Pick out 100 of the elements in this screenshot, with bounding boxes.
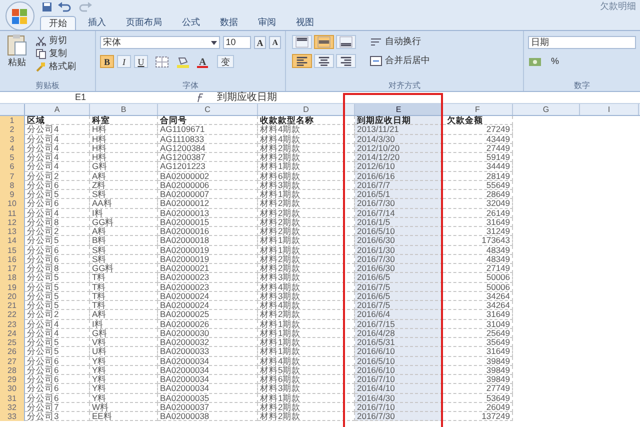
save-icon[interactable] [42, 2, 52, 12]
table-cell: 59149 [443, 153, 513, 162]
phonetic-button[interactable]: 变 [217, 55, 234, 68]
row-header[interactable]: 22 [0, 310, 25, 320]
table-cell: H料 [90, 144, 158, 153]
font-style-button[interactable]: I [117, 55, 131, 68]
borders-icon[interactable] [155, 56, 169, 68]
table-cell: 合同号 [158, 116, 258, 126]
undo-icon[interactable] [58, 2, 72, 12]
table-cell: 分公司3 [25, 412, 90, 422]
row-header[interactable]: 2 [0, 125, 25, 134]
clipboard-command[interactable]: 格式刷 [36, 61, 76, 73]
row-header[interactable]: 17 [0, 264, 25, 274]
table-cell: 2016/7/10 [355, 375, 443, 384]
column-header[interactable]: E [355, 104, 443, 115]
row-header[interactable]: 26 [0, 347, 25, 356]
row-header[interactable]: 10 [0, 199, 25, 208]
font-color-button[interactable]: A [197, 55, 208, 68]
column-header[interactable]: G [513, 104, 580, 115]
ribbon-tab[interactable]: 插入 [80, 16, 114, 30]
vertical-align-button[interactable] [336, 35, 356, 49]
table-cell: 32049 [443, 199, 513, 208]
table-cell: 分公司6 [25, 254, 90, 264]
table-cell: AG1200387 [158, 153, 258, 162]
group-label: 对齐方式 [388, 80, 422, 91]
table-cell: 31649 [443, 347, 513, 356]
table-cell: 分公司4 [25, 162, 90, 172]
table-cell: 分公司6 [25, 394, 90, 403]
vertical-align-button[interactable] [292, 35, 312, 49]
ribbon-tab[interactable]: 开始 [40, 16, 76, 30]
row-header[interactable]: 1 [0, 116, 25, 126]
row-header[interactable]: 5 [0, 153, 25, 162]
formula-field[interactable]: 到期应收日期 [217, 90, 277, 105]
row-header[interactable]: 30 [0, 384, 25, 394]
percent-button[interactable]: % [548, 55, 562, 68]
table-cell: H料 [90, 134, 158, 144]
shrink-font-button[interactable]: A [269, 36, 281, 49]
row-header[interactable]: 13 [0, 227, 25, 236]
caret-icon[interactable] [210, 40, 217, 44]
table-cell: 分公司4 [25, 125, 90, 134]
row-header[interactable]: 6 [0, 162, 25, 172]
wrap-text-button[interactable]: 自动换行 [370, 35, 430, 49]
row-header[interactable]: 29 [0, 375, 25, 384]
table-cell: BA02000019 [158, 254, 258, 264]
table-cell: BA02000035 [158, 394, 258, 403]
fill-color-icon[interactable] [176, 56, 190, 68]
horizontal-align-button[interactable] [292, 54, 312, 68]
column-header[interactable]: I [580, 104, 639, 115]
table-cell: 55649 [443, 180, 513, 190]
table-cell: V料 [90, 338, 158, 348]
table-cell: 26149 [443, 208, 513, 218]
ribbon-tab[interactable]: 审阅 [250, 16, 284, 30]
paste-button[interactable]: 粘贴 [2, 34, 32, 80]
ribbon-tab[interactable]: 数据 [212, 16, 246, 30]
table-cell: 2016/6/30 [355, 236, 443, 246]
clipboard-command[interactable]: 剪切 [36, 35, 76, 47]
font-style-button[interactable]: B [100, 55, 114, 68]
ribbon-tab[interactable]: 公式 [174, 16, 208, 30]
table-cell: BA02000034 [158, 375, 258, 384]
table-cell: BA02000006 [158, 180, 258, 190]
horizontal-align-button[interactable] [314, 54, 334, 68]
grow-font-button[interactable]: A [254, 36, 266, 49]
table-cell: S料 [90, 254, 158, 264]
font-style-button[interactable]: U [134, 55, 148, 68]
row-header[interactable]: 25 [0, 338, 25, 348]
table-cell: 分公司5 [25, 301, 90, 310]
row-header[interactable]: 14 [0, 236, 25, 246]
name-box[interactable]: E1 [0, 92, 130, 103]
clipboard-command[interactable]: 复制 [36, 48, 76, 60]
ribbon-tab[interactable]: 视图 [288, 16, 322, 30]
column-header[interactable]: C [158, 104, 258, 115]
table-cell: 分公司6 [25, 384, 90, 394]
row-header[interactable]: 9 [0, 190, 25, 200]
font-size-field[interactable]: 10 [222, 36, 251, 49]
table-cell: 2016/7/5 [355, 301, 443, 310]
table-cell: BA02000015 [158, 218, 258, 227]
column-header[interactable]: B [90, 104, 158, 115]
horizontal-align-button[interactable] [336, 54, 356, 68]
table-cell: 分公司5 [25, 236, 90, 246]
row-header[interactable]: 33 [0, 412, 25, 422]
table-cell: 2016/5/31 [355, 338, 443, 348]
table-cell: BA02000034 [158, 366, 258, 375]
font-name-field[interactable]: 宋体 [100, 36, 220, 49]
table-cell: H料 [90, 153, 158, 162]
column-header[interactable]: A [25, 104, 90, 115]
merge-center-button[interactable]: 合并后居中 [370, 54, 430, 68]
table-cell: 39849 [443, 366, 513, 375]
number-format-field[interactable]: 日期 [528, 36, 636, 49]
vertical-align-button[interactable] [314, 35, 334, 49]
table-cell: BA02000024 [158, 301, 258, 310]
group-label: 数字 [573, 80, 591, 91]
ribbon-tab[interactable]: 页面布局 [118, 16, 170, 30]
table-cell: H料 [90, 125, 158, 134]
table-cell: BA02000016 [158, 227, 258, 236]
table-cell: 分公司5 [25, 282, 90, 292]
column-header[interactable]: F [443, 104, 513, 115]
row-header[interactable]: 18 [0, 273, 25, 282]
table-cell: AG1200384 [158, 144, 258, 153]
table-cell: 2016/7/30 [355, 199, 443, 208]
row-header[interactable]: 21 [0, 301, 25, 310]
